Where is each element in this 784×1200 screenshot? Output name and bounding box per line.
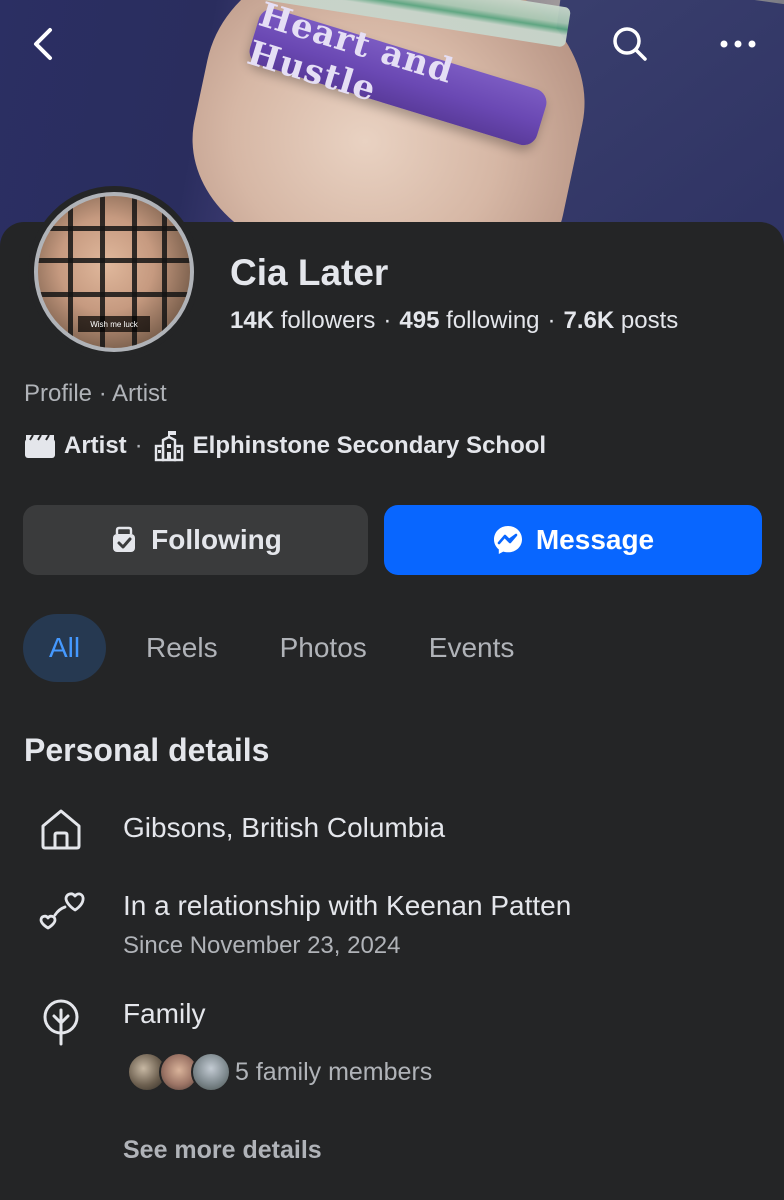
message-button[interactable]: Message	[384, 505, 762, 575]
profile-category: Profile · Artist	[24, 380, 167, 407]
profile-tabs: All Reels Photos Events	[23, 614, 538, 682]
following-label: Following	[151, 524, 282, 555]
tag-artist: Artist	[64, 432, 127, 459]
family-avatar	[191, 1052, 231, 1092]
search-button[interactable]	[604, 18, 656, 70]
avatar[interactable]: Wish me luck	[28, 186, 200, 358]
chevron-left-icon	[34, 28, 52, 60]
profile-card	[0, 222, 784, 1200]
family-count[interactable]: 5 family members	[235, 1058, 432, 1087]
profile-stats: 14K followers · 495 following · 7.6K posts	[230, 307, 679, 334]
followers-label[interactable]: followers	[281, 307, 376, 334]
tab-photos[interactable]: Photos	[256, 614, 391, 682]
following-button[interactable]: Following	[23, 505, 368, 575]
message-label: Message	[535, 524, 655, 555]
profile-tags: Artist · Elphinstone Secondary School	[24, 430, 546, 462]
family-avatars[interactable]	[127, 1052, 231, 1092]
school-icon	[153, 430, 185, 462]
more-dots-icon	[720, 40, 756, 48]
following-icon	[109, 525, 139, 555]
profile-name: Cia Later	[230, 252, 389, 293]
profile-page: Heart and Hustle Wish me luck Cia Later …	[0, 0, 784, 1200]
location-text: Gibsons, British Columbia	[123, 812, 446, 843]
posts-label: posts	[620, 307, 679, 334]
tag-school[interactable]: Elphinstone Secondary School	[193, 432, 546, 460]
profile-picture: Wish me luck	[34, 192, 194, 352]
family-tree-icon	[36, 996, 86, 1046]
search-icon	[613, 27, 647, 61]
avatar-caption: Wish me luck	[78, 316, 150, 332]
more-options-button[interactable]	[712, 18, 764, 70]
back-button[interactable]	[18, 18, 70, 70]
relationship-text[interactable]: In a relationship with Keenan Patten	[123, 890, 571, 922]
tab-reels[interactable]: Reels	[122, 614, 242, 682]
followers-count[interactable]: 14K	[230, 307, 274, 334]
hearts-icon	[36, 886, 86, 936]
section-title: Personal details	[24, 732, 270, 768]
following-label[interactable]: following	[446, 307, 539, 334]
posts-count: 7.6K	[563, 307, 615, 334]
messenger-icon	[492, 524, 524, 556]
clapperboard-icon	[24, 433, 56, 459]
following-count[interactable]: 495	[399, 307, 439, 334]
relationship-since: Since November 23, 2024	[123, 932, 401, 959]
tab-events[interactable]: Events	[405, 614, 539, 682]
family-label: Family	[123, 998, 206, 1029]
home-icon	[36, 804, 86, 854]
tab-all[interactable]: All	[23, 614, 106, 682]
see-more-details-link[interactable]: See more details	[123, 1136, 322, 1165]
